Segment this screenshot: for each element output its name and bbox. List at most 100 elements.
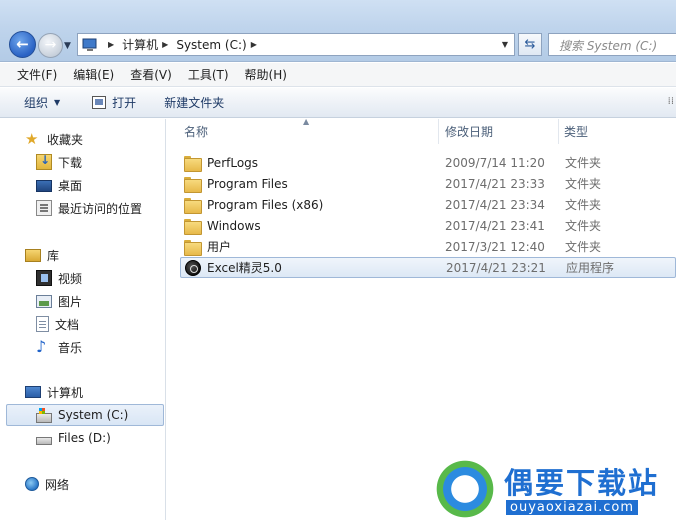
file-name: Excel精灵5.0	[207, 261, 282, 275]
file-type: 应用程序	[566, 261, 615, 275]
sidebar-item-label: 最近访问的位置	[58, 201, 143, 216]
file-type: 文件夹	[565, 240, 602, 254]
open-button[interactable]: 打开	[92, 94, 136, 111]
file-row[interactable]: 用户 2017/3/21 12:40 文件夹	[180, 236, 676, 257]
sidebar-item-label: 文档	[55, 317, 80, 332]
forward-button[interactable]: →	[38, 33, 63, 58]
folder-icon	[184, 155, 202, 172]
file-name: Program Files	[207, 176, 288, 191]
picture-icon	[36, 294, 52, 308]
new-folder-button[interactable]: 新建文件夹	[164, 94, 224, 111]
sidebar-item-computer[interactable]: 计算机	[0, 381, 166, 403]
sidebar-item-videos[interactable]: 视频	[0, 267, 166, 289]
menu-view[interactable]: 查看(V)	[130, 66, 172, 83]
column-header-name[interactable]: 名称	[184, 119, 438, 144]
sidebar-item-system-c[interactable]: System (C:)	[6, 404, 164, 426]
address-bar[interactable]: ▶ 计算机 ▶ System (C:) ▶ ▼	[77, 33, 515, 56]
sidebar-item-label: 计算机	[47, 385, 84, 400]
site-logo-icon	[432, 458, 498, 520]
video-icon	[36, 270, 52, 286]
file-type: 文件夹	[565, 177, 602, 191]
sidebar-item-label: System (C:)	[58, 408, 129, 422]
sidebar-item-documents[interactable]: 文档	[0, 313, 166, 335]
music-note-icon: ♪	[36, 337, 47, 356]
menu-tools[interactable]: 工具(T)	[188, 66, 229, 83]
file-date: 2017/4/21 23:34	[445, 197, 545, 212]
library-icon	[25, 248, 41, 262]
column-header-type[interactable]: 类型	[564, 119, 664, 144]
sidebar-item-desktop[interactable]: 桌面	[0, 174, 166, 196]
organize-label: 组织	[24, 96, 49, 110]
file-name-cell: Program Files	[184, 176, 288, 193]
recent-pages-dropdown[interactable]: ▼	[64, 41, 71, 51]
sidebar-item-label: 下载	[58, 155, 83, 170]
sidebar-item-label: 桌面	[58, 178, 83, 193]
sidebar-item-label: Files (D:)	[58, 431, 111, 445]
file-date: 2017/3/21 12:40	[445, 239, 545, 254]
open-label: 打开	[112, 96, 137, 110]
breadcrumb-arrow-icon[interactable]: ▶	[108, 40, 114, 49]
sidebar-item-recent-places[interactable]: 最近访问的位置	[0, 197, 166, 219]
sidebar-item-label: 图片	[58, 294, 83, 309]
breadcrumb-arrow-icon[interactable]: ▶	[162, 40, 168, 49]
file-row[interactable]: Windows 2017/4/21 23:41 文件夹	[180, 215, 676, 236]
folder-icon	[184, 218, 202, 235]
watermark-title: 偶要下载站	[504, 466, 660, 500]
site-watermark: 偶要下载站 ouyaoxiazai.com	[432, 456, 676, 520]
system-drive-icon	[36, 407, 52, 423]
folder-icon	[184, 176, 202, 193]
address-dropdown-icon[interactable]: ▼	[502, 40, 508, 49]
file-name-cell: PerfLogs	[184, 155, 259, 172]
file-row[interactable]: PerfLogs 2009/7/14 11:20 文件夹	[180, 152, 676, 173]
menu-file[interactable]: 文件(F)	[17, 66, 57, 83]
search-input[interactable]: 搜索 System (C:)	[548, 33, 676, 56]
menu-edit[interactable]: 编辑(E)	[73, 66, 114, 83]
file-date: 2017/4/21 23:33	[445, 176, 545, 191]
sidebar-item-files-d[interactable]: Files (D:)	[0, 427, 166, 449]
folder-icon	[184, 197, 202, 214]
refresh-button[interactable]: ⇆	[518, 33, 542, 56]
column-divider[interactable]	[438, 119, 439, 144]
breadcrumb-system-c[interactable]: System (C:)	[176, 38, 246, 52]
computer-icon	[82, 38, 98, 52]
back-button[interactable]: ←	[9, 31, 36, 58]
organize-button[interactable]: 组织 ▼	[24, 94, 60, 111]
sidebar-item-music[interactable]: ♪ 音乐	[0, 336, 166, 358]
open-icon	[92, 96, 107, 109]
file-name: 用户	[207, 240, 232, 254]
file-date: 2017/4/21 23:21	[446, 260, 546, 275]
sidebar-item-label: 视频	[58, 271, 83, 286]
address-toolbar: ← → ▼ ▶ 计算机 ▶ System (C:) ▶ ▼ ⇆ 搜索 Syste…	[0, 0, 676, 62]
navigation-pane: ★ 收藏夹 下载 桌面 最近访问的位置 库 视频 图片 文档 ♪ 音乐 计算机 …	[0, 119, 166, 520]
command-bar: 组织 ▼ 打开 新建文件夹 ⁞⁞	[0, 88, 676, 118]
file-type: 文件夹	[565, 156, 602, 170]
document-icon	[36, 316, 49, 332]
file-name-cell: Windows	[184, 218, 261, 235]
sidebar-item-label: 音乐	[58, 340, 83, 355]
file-date: 2017/4/21 23:41	[445, 218, 545, 233]
file-name: Windows	[207, 218, 261, 233]
sidebar-item-libraries[interactable]: 库	[0, 244, 166, 266]
menu-help[interactable]: 帮助(H)	[245, 66, 287, 83]
recent-places-icon	[36, 200, 52, 216]
file-row-selected[interactable]: Excel精灵5.0 2017/4/21 23:21 应用程序	[180, 257, 676, 278]
computer-icon	[25, 386, 41, 398]
network-icon	[25, 477, 39, 491]
sidebar-item-favorites[interactable]: ★ 收藏夹	[0, 128, 166, 150]
view-options-icon[interactable]: ⁞⁞	[668, 96, 674, 107]
download-folder-icon	[36, 153, 52, 170]
folder-icon	[184, 239, 202, 256]
file-row[interactable]: Program Files (x86) 2017/4/21 23:34 文件夹	[180, 194, 676, 215]
column-header-date[interactable]: 修改日期	[445, 119, 557, 144]
file-name: PerfLogs	[207, 155, 259, 170]
star-icon: ★	[25, 130, 39, 148]
watermark-url: ouyaoxiazai.com	[506, 500, 638, 515]
breadcrumb-computer[interactable]: 计算机	[122, 36, 158, 53]
file-row[interactable]: Program Files 2017/4/21 23:33 文件夹	[180, 173, 676, 194]
column-divider[interactable]	[558, 119, 559, 144]
sidebar-item-network[interactable]: 网络	[0, 473, 166, 495]
breadcrumb-arrow-icon[interactable]: ▶	[251, 40, 257, 49]
sidebar-item-downloads[interactable]: 下载	[0, 151, 166, 173]
sidebar-item-label: 网络	[45, 477, 70, 492]
sidebar-item-pictures[interactable]: 图片	[0, 290, 166, 312]
